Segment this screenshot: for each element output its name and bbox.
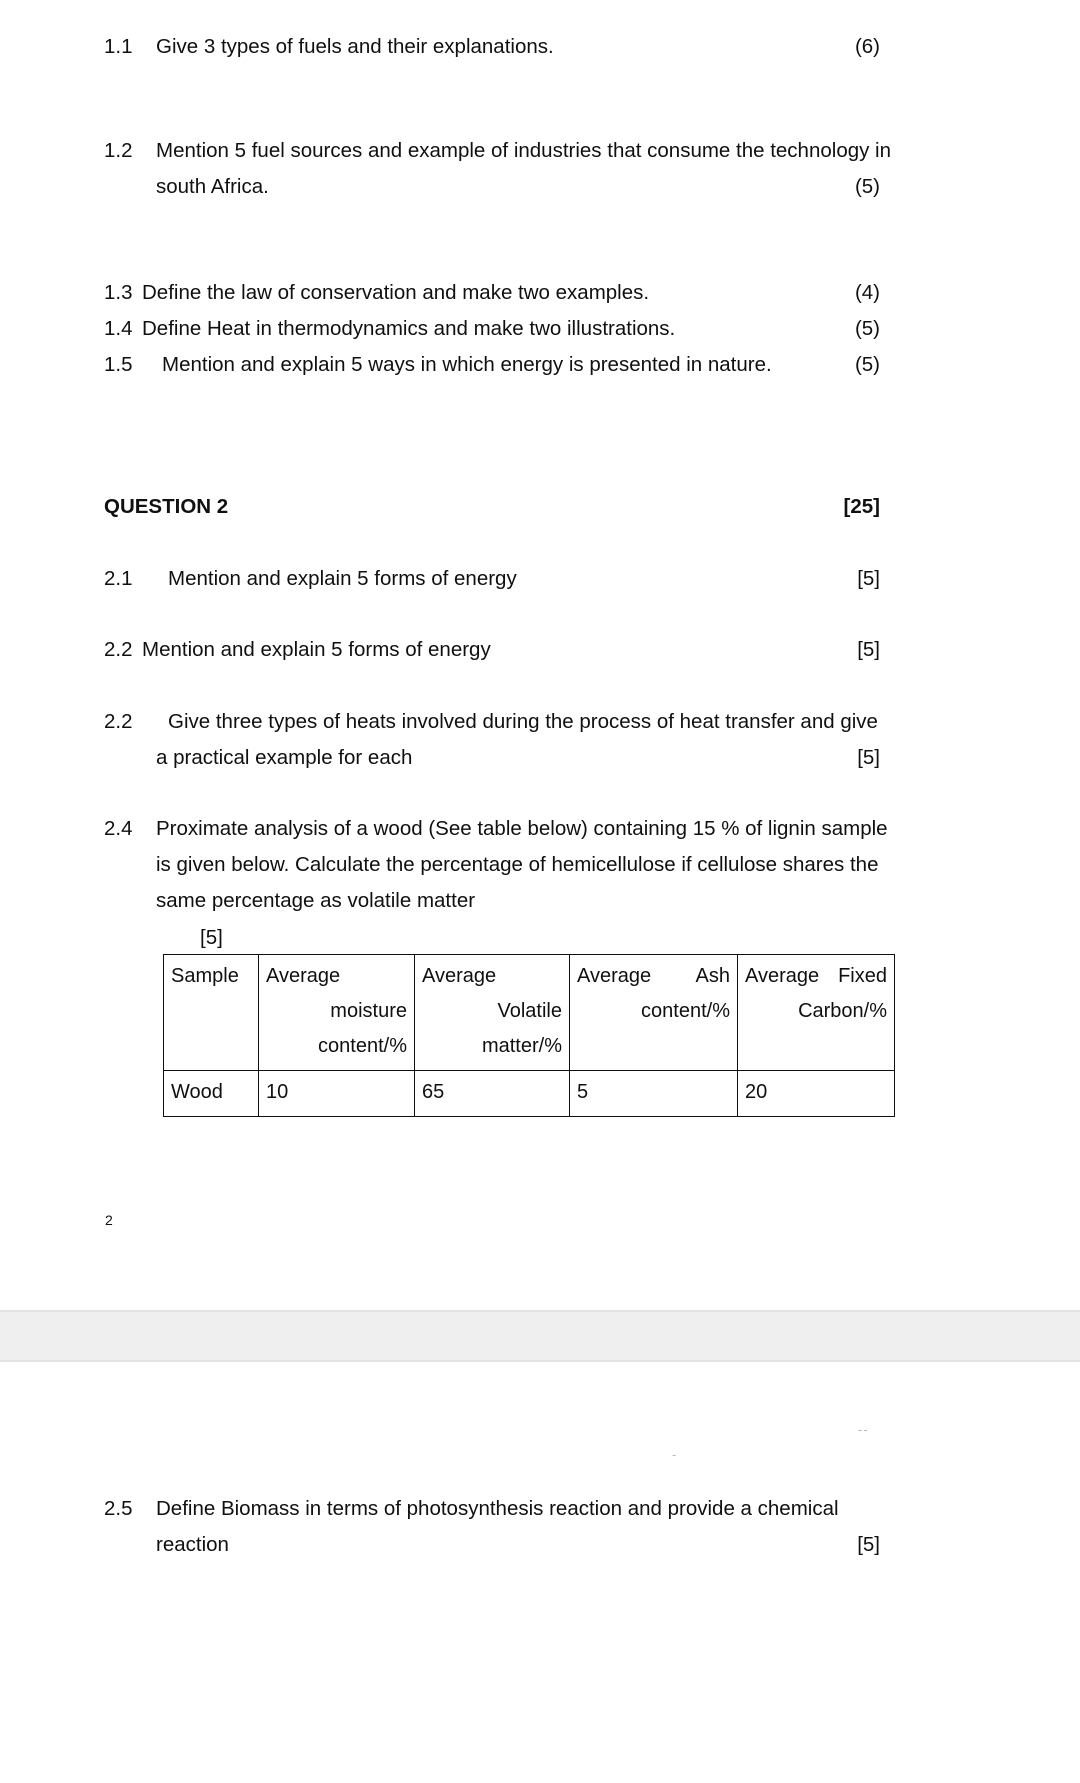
table-cell-sample: Wood [163,1070,259,1117]
question-text: Proximate analysis of a wood (See table … [156,817,888,840]
question-item-2-5-continued: reaction [156,1527,856,1563]
question-item-1-5: 1.5 Mention and explain 5 ways in which … [104,347,864,383]
question-number: 1.2 [104,139,133,162]
question-text: a practical example for each [156,746,413,769]
table-cell-volatile: 65 [414,1070,570,1117]
question-item-2-4-line2: is given below. Calculate the percentage… [156,847,894,883]
document-page-one: 1.1 Give 3 types of fuels and their expl… [0,0,1080,1310]
table-header-cell-volatile: Average Volatile matter/% [414,954,570,1071]
question-number: 2.1 [104,567,133,590]
question-text: Give 3 types of fuels and their explanat… [156,35,554,58]
question-item-2-5: 2.5 Define Biomass in terms of photosynt… [104,1491,894,1527]
question-number: 2.5 [104,1497,133,1520]
table-cell-fixed-carbon: 20 [737,1070,895,1117]
scan-artifact-right: -- [858,1422,869,1437]
question-2-heading: QUESTION 2 [104,489,604,525]
document-page-two: -- - 2.5 Define Biomass in terms of phot… [0,1362,1080,1783]
header-line: moisture [330,1000,407,1022]
question-item-2-4: 2.4 Proximate analysis of a wood (See ta… [104,811,894,847]
question-marks: [5] [200,926,223,949]
header-line: Average [266,965,341,987]
header-line: Fixed [838,965,887,987]
question-text: Define the law of conservation and make … [142,281,650,304]
table-header-cell-moisture: Average moisture content/% [258,954,415,1071]
header-line: Sample [171,965,239,987]
question-item-2-2-heat-transfer: 2.2 Give three types of heats involved d… [104,704,894,740]
question-marks: [5] [857,746,880,769]
question-item-1-1: 1.1 Give 3 types of fuels and their expl… [104,29,804,65]
question-item-2-2-forms-of-energy: 2.2 Mention and explain 5 forms of energ… [104,632,804,668]
question-text: Define Heat in thermodynamics and make t… [142,317,676,340]
scan-artifact-center: - [672,1447,678,1462]
question-text: is given below. Calculate the percentage… [156,853,879,876]
question-text: Define Biomass in terms of photosynthesi… [156,1497,839,1520]
header-line: content/% [318,1035,407,1057]
question-number: 2.4 [104,817,133,840]
question-marks: [5] [857,638,880,661]
question-text: same percentage as volatile matter [156,889,476,912]
question-number: 2.2 [104,710,133,733]
header-line-split: Average Ash [577,959,730,994]
question-marks: (5) [854,317,880,340]
question-item-1-2: 1.2 Mention 5 fuel sources and example o… [104,133,894,169]
question-number: 2.2 [104,638,133,661]
question-text: Mention and explain 5 ways in which ener… [162,353,772,376]
question-2-title: QUESTION 2 [104,495,229,518]
question-item-2-1: 2.1 Mention and explain 5 forms of energ… [104,561,804,597]
table-row: Wood 10 65 5 20 [163,1070,895,1117]
question-item-1-4: 1.4 Define Heat in thermodynamics and ma… [104,311,804,347]
question-number: 1.3 [104,281,133,304]
header-line: matter/% [481,1035,562,1057]
question-text: south Africa. [156,175,269,198]
question-text: Mention and explain 5 forms of energy [168,567,517,590]
question-text: reaction [156,1533,229,1556]
table-cell-moisture: 10 [258,1070,415,1117]
table-header-cell-fixed-carbon: Average Fixed Carbon/% [737,954,895,1071]
page-number: 2 [105,1212,113,1228]
table-cell-ash: 5 [569,1070,738,1117]
question-item-1-3: 1.3 Define the law of conservation and m… [104,275,804,311]
question-number: 1.5 [104,353,133,376]
question-text: Mention and explain 5 forms of energy [142,638,491,661]
header-line: Average [422,965,497,987]
header-line: Average [745,965,820,987]
question-item-2-2-heat-transfer-continued: a practical example for each [156,740,856,776]
header-line: content/% [641,1000,730,1022]
question-marks: (5) [854,353,880,376]
proximate-analysis-table: Sample Average moisture content/% Averag… [163,954,895,1117]
question-marks: [5] [857,567,880,590]
header-line: Average [577,965,652,987]
question-number: 1.1 [104,35,133,58]
table-header-row: Sample Average moisture content/% Averag… [163,954,895,1071]
question-marks: (5) [854,175,880,198]
page-separator [0,1310,1080,1362]
table-header-cell-ash: Average Ash content/% [569,954,738,1071]
question-item-2-4-line3: same percentage as volatile matter [156,883,856,919]
header-line: Ash [695,965,730,987]
question-item-1-2-continued: south Africa. [156,169,856,205]
question-marks: (6) [854,35,880,58]
question-2-total-marks: [25] [843,495,880,518]
header-line-split: Average Fixed [745,959,887,994]
question-number: 1.4 [104,317,133,340]
table-header-cell-sample: Sample [163,954,259,1071]
page-separator-line-top [0,1310,1080,1312]
header-line: Volatile [497,1000,563,1022]
question-marks: (4) [854,281,880,304]
question-text: Give three types of heats involved durin… [168,710,878,733]
question-text: Mention 5 fuel sources and example of in… [156,139,892,162]
header-line: Carbon/% [798,1000,887,1022]
question-marks: [5] [857,1533,880,1556]
